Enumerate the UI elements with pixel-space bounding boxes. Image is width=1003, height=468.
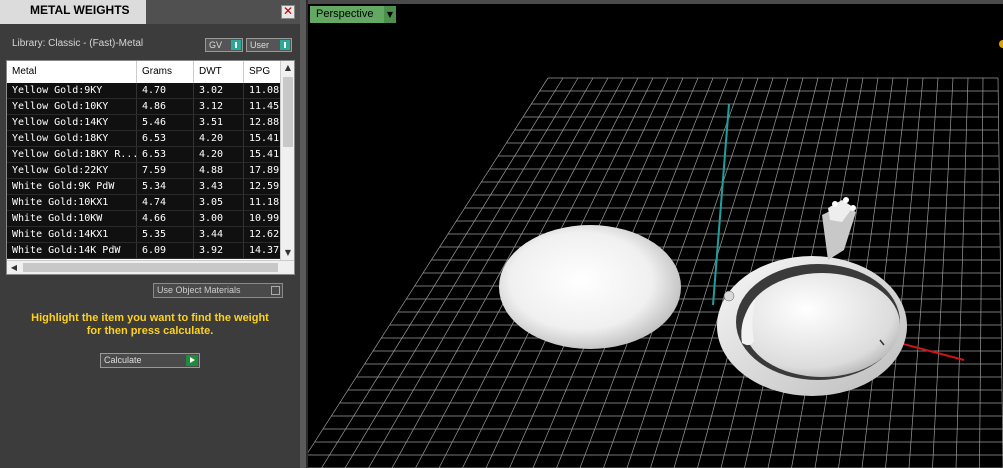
cell-metal: White Gold:9K PdW <box>7 179 137 194</box>
table-header: Metal Grams DWT SPG <box>7 61 281 83</box>
scroll-left-icon[interactable]: ◀ <box>7 261 21 274</box>
table-row[interactable]: White Gold:10KX1 4.74 3.05 11.18 <box>7 195 281 211</box>
vertical-scroll-thumb[interactable] <box>283 77 293 147</box>
cell-grams: 6.09 <box>137 243 194 258</box>
column-header-spg[interactable]: SPG <box>244 61 281 83</box>
gv-combo-button-icon[interactable] <box>231 40 241 50</box>
cell-metal: White Gold:10KX1 <box>7 195 137 210</box>
table-row[interactable]: Yellow Gold:18KY 6.53 4.20 15.41 <box>7 131 281 147</box>
dome-object[interactable] <box>499 225 681 349</box>
use-object-materials-toggle[interactable]: Use Object Materials <box>153 283 283 298</box>
cell-spg: 12.88 <box>244 115 281 130</box>
cell-grams: 6.53 <box>137 147 194 162</box>
cell-dwt: 3.43 <box>194 179 244 194</box>
cell-spg: 15.41 <box>244 147 281 162</box>
scroll-down-icon[interactable]: ▼ <box>281 246 294 260</box>
table-row[interactable]: White Gold:14KX1 5.35 3.44 12.62 <box>7 227 281 243</box>
instruction-line-1: Highlight the item you want to find the … <box>31 312 269 324</box>
user-combo-label: User <box>250 40 270 50</box>
horizontal-scroll-thumb[interactable] <box>23 263 278 272</box>
view-mode-tab[interactable]: Perspective ▼ <box>310 6 396 23</box>
cell-grams: 7.59 <box>137 163 194 178</box>
column-header-metal[interactable]: Metal <box>7 61 137 83</box>
library-label: Library: Classic - (Fast)-Metal <box>12 38 144 49</box>
cell-spg: 11.18 <box>244 195 281 210</box>
cell-grams: 5.35 <box>137 227 194 242</box>
cell-metal: Yellow Gold:18KY <box>7 131 137 146</box>
user-combo-button-icon[interactable] <box>280 40 290 50</box>
cell-grams: 6.53 <box>137 131 194 146</box>
cell-spg: 17.89 <box>244 163 281 178</box>
use-object-materials-label: Use Object Materials <box>157 285 241 295</box>
column-header-dwt[interactable]: DWT <box>194 61 244 83</box>
chevron-down-icon[interactable]: ▼ <box>384 6 396 23</box>
cell-metal: Yellow Gold:9KY <box>7 83 137 98</box>
cell-grams: 4.86 <box>137 99 194 114</box>
cell-metal: White Gold:14KX1 <box>7 227 137 242</box>
cell-spg: 10.99 <box>244 211 281 226</box>
table-row[interactable]: White Gold:9K PdW 5.34 3.43 12.59 <box>7 179 281 195</box>
gv-combo[interactable]: GV <box>205 38 243 52</box>
cell-metal: Yellow Gold:14KY <box>7 115 137 130</box>
table-row[interactable]: Yellow Gold:14KY 5.46 3.51 12.88 <box>7 115 281 131</box>
cell-grams: 5.46 <box>137 115 194 130</box>
cell-dwt: 3.44 <box>194 227 244 242</box>
panel-titlebar: METAL WEIGHTS ✕ <box>0 0 300 24</box>
calculate-button[interactable]: Calculate <box>100 353 200 368</box>
cell-spg: 12.62 <box>244 227 281 242</box>
cell-spg: 11.45 <box>244 99 281 114</box>
column-header-grams[interactable]: Grams <box>137 61 194 83</box>
table-row[interactable]: Yellow Gold:10KY 4.86 3.12 11.45 <box>7 99 281 115</box>
cell-grams: 4.74 <box>137 195 194 210</box>
user-combo[interactable]: User <box>246 38 292 52</box>
cell-metal: White Gold:14K PdW <box>7 243 137 258</box>
cell-dwt: 3.92 <box>194 243 244 258</box>
cell-dwt: 3.05 <box>194 195 244 210</box>
scroll-up-icon[interactable]: ▲ <box>281 61 294 75</box>
cell-metal: White Gold:10KW <box>7 211 137 226</box>
gv-combo-label: GV <box>209 40 223 50</box>
3d-scene[interactable] <box>308 0 1003 468</box>
cell-metal: Yellow Gold:22KY <box>7 163 137 178</box>
panel-title: METAL WEIGHTS <box>0 0 146 24</box>
cell-dwt: 3.00 <box>194 211 244 226</box>
cell-metal: Yellow Gold:18KY R... <box>7 147 137 162</box>
cell-grams: 5.34 <box>137 179 194 194</box>
cell-spg: 14.37 <box>244 243 281 258</box>
table-row[interactable]: White Gold:14K PdW 6.09 3.92 14.37 <box>7 243 281 259</box>
table-row[interactable]: White Gold:10KW 4.66 3.00 10.99 <box>7 211 281 227</box>
cell-dwt: 4.20 <box>194 131 244 146</box>
table-row[interactable]: Yellow Gold:9KY 4.70 3.02 11.08 <box>7 83 281 99</box>
view-mode-label: Perspective <box>316 8 374 20</box>
close-icon[interactable]: ✕ <box>281 5 295 19</box>
cell-dwt: 4.20 <box>194 147 244 162</box>
play-arrow-icon[interactable] <box>186 355 198 366</box>
table-row[interactable]: Yellow Gold:22KY 7.59 4.88 17.89 <box>7 163 281 179</box>
metal-table: Metal Grams DWT SPG Yellow Gold:9KY 4.70 3… <box>6 60 295 275</box>
orientation-marker-icon <box>999 40 1003 48</box>
cell-spg: 15.41 <box>244 131 281 146</box>
cell-metal: Yellow Gold:10KY <box>7 99 137 114</box>
use-object-materials-checkbox[interactable] <box>271 286 280 295</box>
cell-grams: 4.70 <box>137 83 194 98</box>
3d-viewport[interactable]: Perspective ▼ <box>308 0 1003 468</box>
vertical-scrollbar[interactable]: ▲ ▼ <box>280 61 294 260</box>
instruction-line-2: for then press calculate. <box>86 325 214 337</box>
cell-dwt: 3.51 <box>194 115 244 130</box>
table-row[interactable]: Yellow Gold:18KY R... 6.53 4.20 15.41 <box>7 147 281 163</box>
cell-dwt: 4.88 <box>194 163 244 178</box>
cell-spg: 11.08 <box>244 83 281 98</box>
horizontal-scrollbar[interactable]: ◀ <box>7 260 294 274</box>
cell-dwt: 3.02 <box>194 83 244 98</box>
cell-spg: 12.59 <box>244 179 281 194</box>
cell-dwt: 3.12 <box>194 99 244 114</box>
metal-weights-panel: METAL WEIGHTS ✕ Library: Classic - (Fast… <box>0 0 300 468</box>
cell-grams: 4.66 <box>137 211 194 226</box>
calculate-label: Calculate <box>104 355 142 365</box>
pendant-object[interactable] <box>717 197 907 396</box>
